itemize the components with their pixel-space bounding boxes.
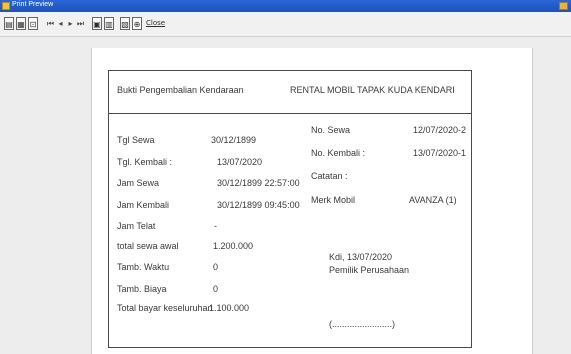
field-value: 0 xyxy=(213,284,219,294)
save-report-icon[interactable]: ▣ xyxy=(92,17,102,30)
field-label: Tamb. Biaya xyxy=(117,284,167,294)
field-label: total sewa awal xyxy=(117,241,179,251)
field-label: Total bayar keseluruhan xyxy=(117,303,213,313)
prev-page-icon[interactable]: ◂ xyxy=(56,17,65,30)
field-label: Tgl. Kembali : xyxy=(117,157,173,167)
close-button[interactable]: Close xyxy=(146,17,165,30)
field-label: No. Kembali : xyxy=(311,148,366,158)
app-icon xyxy=(2,2,10,10)
next-page-icon[interactable]: ▸ xyxy=(66,17,75,30)
window-title: Print Preview xyxy=(12,1,54,8)
field-label: Merk Mobil xyxy=(311,195,356,205)
field-label: Jam Kembali xyxy=(117,200,170,210)
field-value: 1.100.000 xyxy=(209,303,250,313)
field-label: Tgl Sewa xyxy=(117,135,155,145)
report-page: Bukti Pengembalian Kendaraan RENTAL MOBI… xyxy=(91,48,533,354)
search-icon[interactable]: ⊕ xyxy=(132,17,142,30)
field-label: Catatan : xyxy=(311,171,348,181)
field-value: - xyxy=(214,221,217,231)
first-page-icon[interactable]: ⏮ xyxy=(46,17,55,30)
field-label: No. Sewa xyxy=(311,125,351,135)
field-label: Tamb. Waktu xyxy=(117,262,170,272)
company-name: RENTAL MOBIL TAPAK KUDA KENDARI xyxy=(290,85,455,95)
header-divider xyxy=(109,113,471,114)
field-value: 0 xyxy=(213,262,219,272)
city-date: Kdi, 13/07/2020 xyxy=(329,252,393,262)
field-value: 30/12/1899 09:45:00 xyxy=(217,200,300,210)
field-value: 30/12/1899 22:57:00 xyxy=(217,178,300,188)
title-bar: Print Preview xyxy=(0,0,571,12)
print-preview-toolbar: ▤ ▦ ⊡ ⏮ ◂ ▸ ⏭ ▣ ▥ ▧ ⊕ Close xyxy=(0,12,571,37)
field-value: AVANZA (1) xyxy=(409,195,457,205)
window-control-button[interactable] xyxy=(559,2,568,10)
print-setup-icon[interactable]: ▦ xyxy=(16,17,26,30)
receipt-heading: Bukti Pengembalian Kendaraan xyxy=(117,85,244,95)
field-value: 30/12/1899 xyxy=(211,135,257,145)
field-label: Jam Sewa xyxy=(117,178,160,188)
load-report-icon[interactable]: ▥ xyxy=(104,17,114,30)
zoom-icon[interactable]: ⊡ xyxy=(28,17,38,30)
receipt-frame: Bukti Pengembalian Kendaraan RENTAL MOBI… xyxy=(108,70,472,348)
preview-workspace: Bukti Pengembalian Kendaraan RENTAL MOBI… xyxy=(0,37,571,354)
field-value: 13/07/2020-1 xyxy=(413,148,467,158)
field-value: 12/07/2020-2 xyxy=(413,125,467,135)
signature-line: (........................) xyxy=(329,319,396,329)
owner-title: Pemilik Perusahaan xyxy=(329,265,410,275)
print-icon[interactable]: ▤ xyxy=(4,17,14,30)
field-label: Jam Telat xyxy=(117,221,156,231)
export-icon[interactable]: ▧ xyxy=(120,17,130,30)
field-value: 13/07/2020 xyxy=(217,157,263,167)
last-page-icon[interactable]: ⏭ xyxy=(76,17,85,30)
field-value: 1.200.000 xyxy=(213,241,254,251)
